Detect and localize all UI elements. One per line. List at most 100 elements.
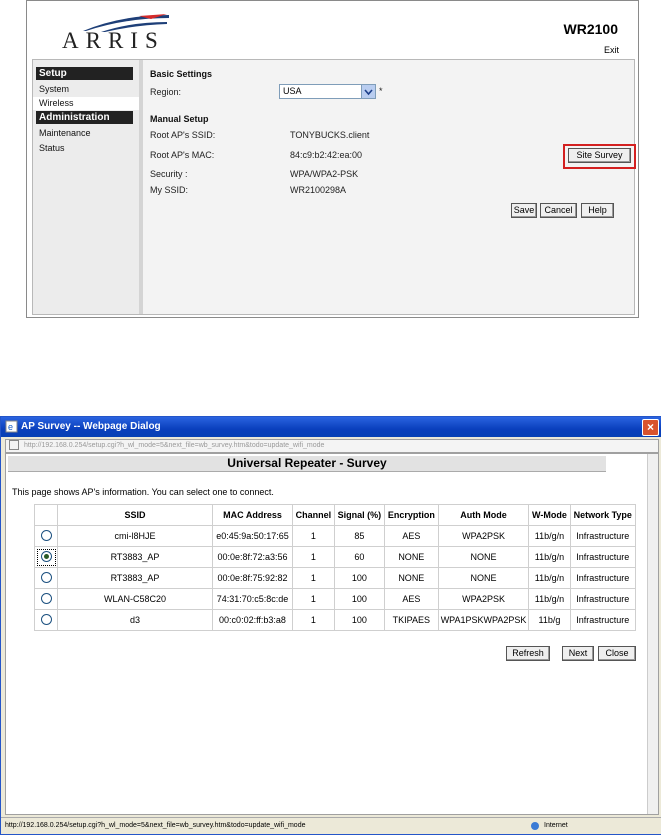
cell-auth: WPA1PSKWPA2PSK bbox=[437, 609, 530, 631]
ap-table: SSID MAC Address Channel Signal (%) Encr… bbox=[34, 504, 637, 631]
cell-wmode: 11b/g/n bbox=[528, 525, 571, 547]
cell-ssid: WLAN-C58C20 bbox=[57, 588, 213, 610]
select-cell[interactable] bbox=[34, 567, 58, 589]
model-name: WR2100 bbox=[563, 21, 618, 37]
security-value: WPA/WPA2-PSK bbox=[290, 169, 359, 179]
cell-channel: 1 bbox=[292, 567, 335, 589]
close-icon[interactable]: × bbox=[642, 419, 659, 436]
intro-text: This page shows AP's information. You ca… bbox=[12, 487, 274, 497]
manual-setup-heading: Manual Setup bbox=[150, 114, 209, 124]
column-header: Signal (%) bbox=[333, 504, 385, 526]
column-header: Auth Mode bbox=[437, 504, 530, 526]
cell-mac: 74:31:70:c5:8c:de bbox=[212, 588, 293, 610]
nav-item-maintenance[interactable]: Maintenance bbox=[39, 128, 91, 138]
cell-channel: 1 bbox=[292, 609, 335, 631]
ap-survey-dialog: e AP Survey -- Webpage Dialog × http://1… bbox=[0, 416, 661, 835]
globe-icon bbox=[531, 822, 539, 830]
select-cell[interactable] bbox=[34, 609, 58, 631]
select-column-header bbox=[34, 504, 58, 526]
nav-administration-header[interactable]: Administration bbox=[36, 111, 133, 124]
cell-wmode: 11b/g/n bbox=[528, 567, 571, 589]
save-button[interactable]: Save bbox=[511, 203, 537, 218]
table-row[interactable]: RT3883_AP 00:0e:8f:72:a3:56 1 60 NONE NONE 11b… bbox=[34, 546, 637, 568]
region-required-mark: * bbox=[379, 86, 383, 96]
cell-wmode: 11b/g/n bbox=[528, 546, 571, 568]
help-button[interactable]: Help bbox=[581, 203, 614, 218]
svg-text:e: e bbox=[8, 422, 13, 432]
basic-settings-heading: Basic Settings bbox=[150, 69, 213, 79]
refresh-button[interactable]: Refresh bbox=[506, 646, 550, 661]
security-zone-label: Internet bbox=[544, 822, 568, 829]
cell-signal: 60 bbox=[333, 546, 385, 568]
cell-network: Infrastructure bbox=[569, 588, 637, 610]
cancel-button[interactable]: Cancel bbox=[540, 203, 577, 218]
next-button[interactable]: Next bbox=[562, 646, 594, 661]
left-nav: Setup System Wireless Administration Mai… bbox=[33, 60, 143, 314]
cell-mac: 00:0e:8f:72:a3:56 bbox=[212, 546, 293, 568]
cell-encryption: NONE bbox=[383, 567, 439, 589]
table-row[interactable]: RT3883_AP 00:0e:8f:75:92:82 1 100 NONE NONE 11… bbox=[34, 567, 637, 589]
ap-table-body: cmi-l8HJE e0:45:9a:50:17:65 1 85 AES WPA2PSK 1… bbox=[34, 525, 637, 631]
my-ssid-value: WR2100298A bbox=[290, 185, 347, 195]
dialog-address-bar: http://192.168.0.254/setup.cgi?h_wl_mode… bbox=[5, 439, 659, 453]
column-header: Channel bbox=[292, 504, 335, 526]
page-icon bbox=[9, 440, 19, 451]
cell-network: Infrastructure bbox=[569, 609, 637, 631]
cell-signal: 100 bbox=[333, 588, 385, 610]
main-panel: Setup System Wireless Administration Mai… bbox=[32, 59, 636, 315]
dialog-titlebar[interactable]: e AP Survey -- Webpage Dialog × bbox=[1, 417, 661, 437]
root-ssid-value: TONYBUCKS.client bbox=[290, 130, 370, 140]
select-cell[interactable] bbox=[34, 546, 58, 568]
ap-select-radio[interactable] bbox=[40, 550, 52, 562]
cell-network: Infrastructure bbox=[569, 525, 637, 547]
site-survey-button[interactable]: Site Survey bbox=[568, 148, 631, 163]
cell-signal: 100 bbox=[333, 609, 385, 631]
router-page: ARRIS WR2100 Exit Setup System Wireless … bbox=[26, 0, 639, 318]
cell-auth: WPA2PSK bbox=[437, 588, 530, 610]
root-mac-value: 84:c9:b2:42:ea:00 bbox=[290, 150, 363, 160]
cell-ssid: RT3883_AP bbox=[57, 546, 213, 568]
ap-select-radio[interactable] bbox=[40, 529, 52, 541]
region-select[interactable]: USA bbox=[279, 84, 376, 99]
cell-encryption: AES bbox=[383, 525, 439, 547]
cell-signal: 100 bbox=[333, 567, 385, 589]
table-row[interactable]: WLAN-C58C20 74:31:70:c5:8c:de 1 100 AES WPA2P… bbox=[34, 588, 637, 610]
cell-mac: 00:c0:02:ff:b3:a8 bbox=[212, 609, 293, 631]
close-button[interactable]: Close bbox=[598, 646, 636, 661]
status-bar: http://192.168.0.254/setup.cgi?h_wl_mode… bbox=[1, 817, 661, 834]
cell-ssid: cmi-l8HJE bbox=[57, 525, 213, 547]
table-row[interactable]: cmi-l8HJE e0:45:9a:50:17:65 1 85 AES WPA2PSK 1… bbox=[34, 525, 637, 547]
nav-item-status[interactable]: Status bbox=[39, 143, 65, 153]
cell-signal: 85 bbox=[333, 525, 385, 547]
dialog-url-text: http://192.168.0.254/setup.cgi?h_wl_mode… bbox=[23, 442, 325, 449]
brand-logo-text: ARRIS bbox=[62, 28, 165, 53]
chevron-down-icon[interactable] bbox=[361, 85, 375, 98]
dialog-title: AP Survey -- Webpage Dialog bbox=[21, 421, 161, 432]
select-cell[interactable] bbox=[34, 525, 58, 547]
column-header: W-Mode bbox=[528, 504, 571, 526]
root-ssid-label: Root AP's SSID: bbox=[150, 130, 216, 140]
ap-select-radio[interactable] bbox=[40, 571, 52, 583]
column-header: Network Type bbox=[569, 504, 637, 526]
cell-encryption: TKIPAES bbox=[383, 609, 439, 631]
cell-mac: 00:0e:8f:75:92:82 bbox=[212, 567, 293, 589]
root-mac-label: Root AP's MAC: bbox=[150, 150, 215, 160]
select-cell[interactable] bbox=[34, 588, 58, 610]
cell-encryption: AES bbox=[383, 588, 439, 610]
ap-select-radio[interactable] bbox=[40, 613, 52, 625]
column-header: SSID bbox=[57, 504, 213, 526]
table-row[interactable]: d3 00:c0:02:ff:b3:a8 1 100 TKIPAES WPA1PSKWPA… bbox=[34, 609, 637, 631]
cell-auth: NONE bbox=[437, 567, 530, 589]
column-header: Encryption bbox=[383, 504, 439, 526]
cell-channel: 1 bbox=[292, 546, 335, 568]
my-ssid-label: My SSID: bbox=[150, 185, 189, 195]
cell-auth: NONE bbox=[437, 546, 530, 568]
nav-item-wireless[interactable]: Wireless bbox=[33, 97, 139, 110]
nav-item-system[interactable]: System bbox=[39, 84, 69, 94]
cell-channel: 1 bbox=[292, 525, 335, 547]
nav-setup-header[interactable]: Setup bbox=[36, 67, 133, 80]
exit-link[interactable]: Exit bbox=[604, 45, 619, 55]
cell-network: Infrastructure bbox=[569, 546, 637, 568]
vertical-scrollbar[interactable] bbox=[647, 454, 658, 814]
ap-select-radio[interactable] bbox=[40, 592, 52, 604]
